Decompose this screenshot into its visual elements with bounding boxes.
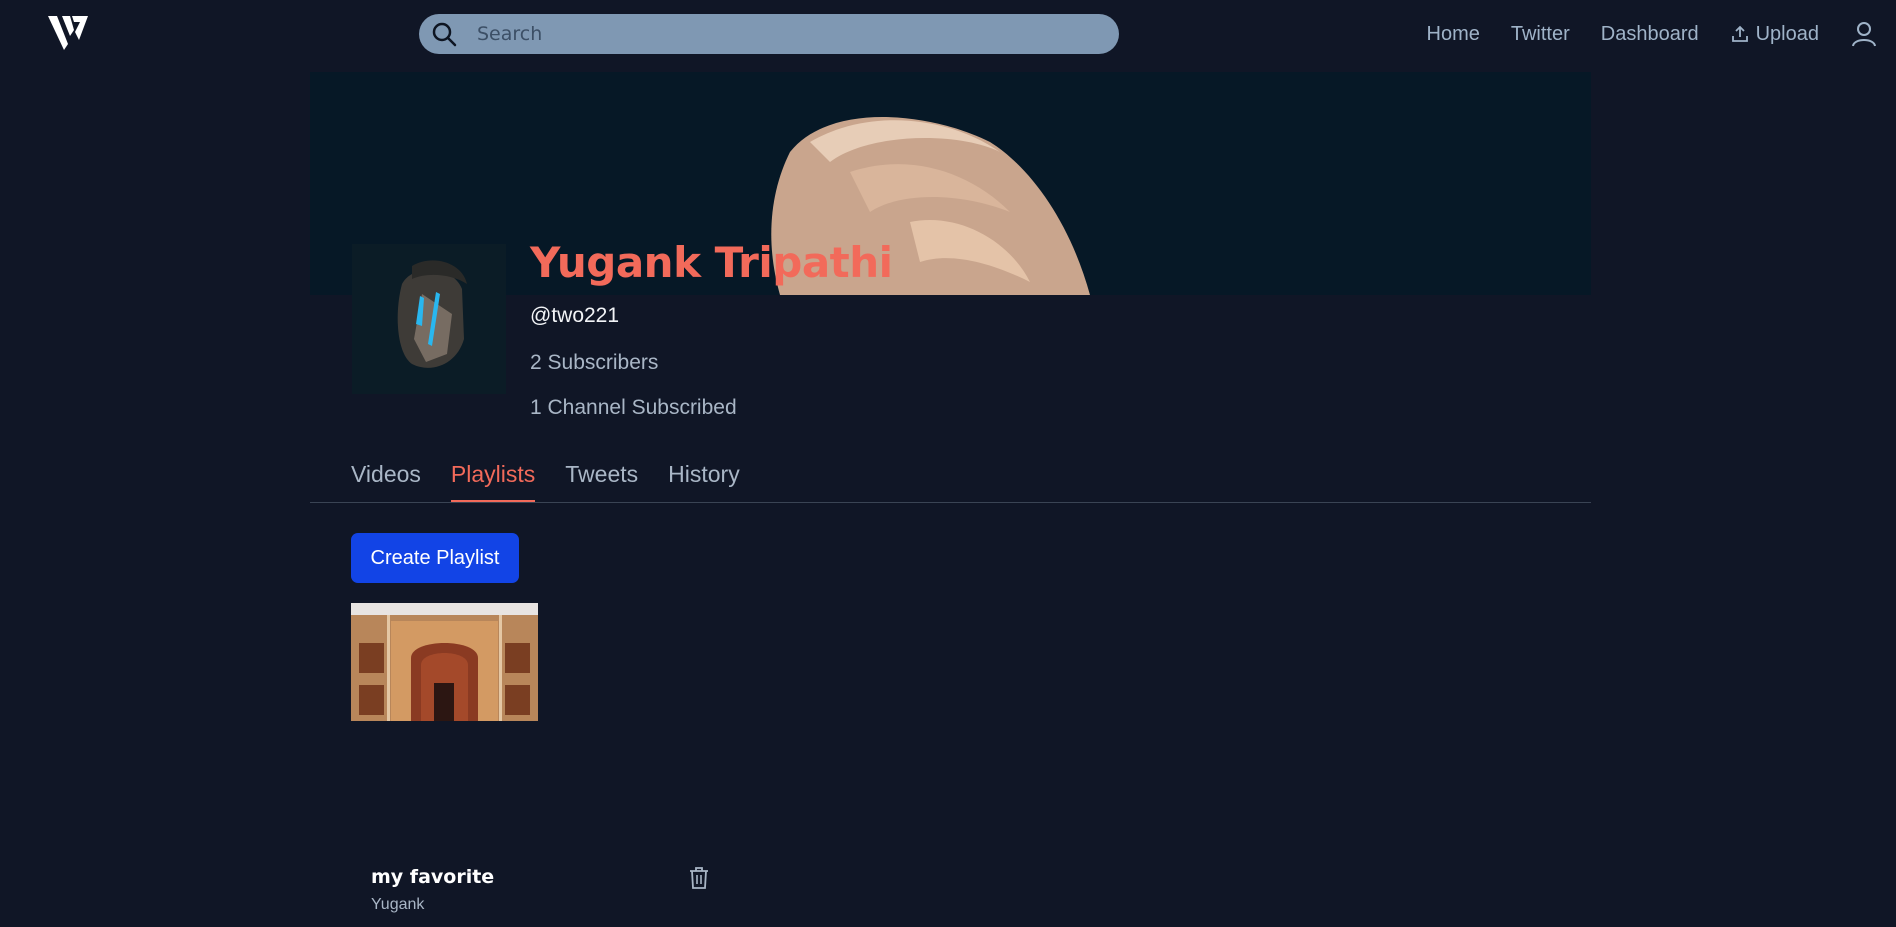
channel-name: Yugank Tripathi <box>530 238 893 287</box>
tab-history[interactable]: History <box>668 452 740 502</box>
playlist-owner: Yugank <box>371 896 425 913</box>
subscriber-count: 2 Subscribers <box>530 351 659 374</box>
search-icon[interactable] <box>429 19 459 49</box>
nav-home-link[interactable]: Home <box>1427 23 1480 46</box>
upload-icon <box>1731 25 1748 42</box>
playlist-title[interactable]: my favorite <box>371 866 494 888</box>
subscribed-count: 1 Channel Subscribed <box>530 396 737 419</box>
search-bar[interactable] <box>419 14 1119 54</box>
user-profile-icon[interactable] <box>1850 20 1878 48</box>
nav-links: Home Twitter Dashboard Upload <box>1427 18 1896 50</box>
nav-twitter-link[interactable]: Twitter <box>1511 23 1570 46</box>
logo-icon[interactable] <box>48 14 88 50</box>
tab-videos[interactable]: Videos <box>351 452 421 502</box>
search-input[interactable] <box>477 23 1037 45</box>
playlist-thumbnail[interactable] <box>351 603 538 721</box>
nav-upload-link[interactable]: Upload <box>1730 23 1819 46</box>
tab-tweets[interactable]: Tweets <box>565 452 638 502</box>
channel-tabs: Videos Playlists Tweets History <box>310 452 1591 503</box>
delete-playlist-trash-icon[interactable] <box>688 866 710 890</box>
nav-dashboard-link[interactable]: Dashboard <box>1601 23 1699 46</box>
channel-handle: @two221 <box>530 304 620 327</box>
create-playlist-button[interactable]: Create Playlist <box>351 533 519 583</box>
tab-playlists[interactable]: Playlists <box>450 452 536 502</box>
channel-avatar <box>352 244 506 394</box>
top-navbar: Home Twitter Dashboard Upload <box>0 0 1896 68</box>
upload-label: Upload <box>1755 22 1819 45</box>
